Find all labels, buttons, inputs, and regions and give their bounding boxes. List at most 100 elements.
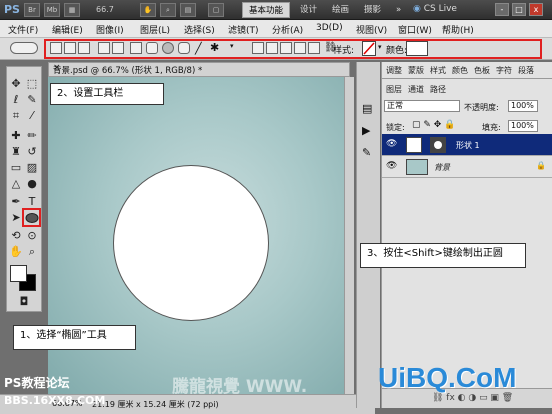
pen-tool-icon[interactable]: ✒: [9, 195, 23, 209]
view-extras-button[interactable]: ▦: [64, 3, 80, 17]
menu-file[interactable]: 文件(F): [8, 23, 38, 36]
tool-preset-picker[interactable]: [10, 42, 38, 54]
layer-footer-icons[interactable]: ⛓ fx ◐ ◑ ▭ ▣ 🗑: [432, 393, 513, 403]
tab-swatches[interactable]: 色板: [474, 65, 490, 76]
tab-styles[interactable]: 样式: [430, 65, 446, 76]
layer-row-background[interactable]: 👁 背景 🔒: [382, 156, 552, 178]
path-selection-icon[interactable]: ➤: [9, 211, 23, 225]
3d-orbit-icon[interactable]: ⊙: [25, 229, 39, 243]
zoom-tool-icon[interactable]: ⌕: [160, 3, 176, 17]
menu-image[interactable]: 图像(I): [96, 23, 124, 36]
move-tool-icon[interactable]: ✥: [9, 77, 23, 91]
geometry-options-dropdown[interactable]: ▾: [230, 42, 234, 50]
foreground-color-swatch[interactable]: [10, 265, 27, 282]
clone-stamp-icon[interactable]: ♜: [9, 145, 23, 159]
rounded-rectangle-icon[interactable]: [146, 42, 158, 54]
polygon-icon[interactable]: [178, 42, 190, 54]
dodge-tool-icon[interactable]: ●: [25, 177, 39, 191]
healing-brush-icon[interactable]: ✚: [9, 129, 23, 143]
document-tab[interactable]: 背景.psd @ 66.7% (形状 1, RGB/8) * ×: [48, 62, 350, 77]
tab-character[interactable]: 字符: [496, 65, 512, 76]
fill-pixels-icon[interactable]: [78, 42, 90, 54]
lasso-tool-icon[interactable]: ℓ: [9, 93, 23, 107]
arrange-documents-button[interactable]: ▤: [180, 3, 196, 17]
hand-tool-icon[interactable]: ✋: [140, 3, 156, 17]
blur-tool-icon[interactable]: △: [9, 177, 23, 191]
eyedropper-tool-icon[interactable]: ⁄: [25, 109, 39, 123]
layer-name: 背景: [434, 163, 450, 172]
actions-panel-icon[interactable]: ▶: [362, 124, 370, 137]
line-icon[interactable]: ╱: [195, 42, 202, 55]
fill-input[interactable]: 100%: [508, 120, 538, 132]
menu-3d[interactable]: 3D(D): [316, 23, 343, 33]
tab-layers[interactable]: 图层: [386, 84, 402, 95]
custom-shape-icon[interactable]: ✱: [210, 41, 219, 54]
menu-select[interactable]: 选择(S): [184, 23, 215, 36]
tab-adjustments[interactable]: 调整: [386, 65, 402, 76]
eraser-tool-icon[interactable]: ▭: [9, 161, 23, 175]
screen-mode-button[interactable]: ▢: [208, 3, 224, 17]
type-tool-icon[interactable]: T: [25, 195, 39, 209]
menu-analysis[interactable]: 分析(A): [272, 23, 303, 36]
3d-rotate-icon[interactable]: ⟲: [9, 229, 23, 243]
tab-masks[interactable]: 蒙版: [408, 65, 424, 76]
canvas-vertical-scrollbar[interactable]: [344, 77, 354, 395]
maximize-button[interactable]: □: [512, 3, 526, 16]
ellipse-tool-icon[interactable]: [25, 211, 39, 225]
quick-mask-icon[interactable]: ◘: [17, 295, 31, 309]
add-mode-icon[interactable]: [266, 42, 278, 54]
tab-color[interactable]: 颜色: [452, 65, 468, 76]
tab-channels[interactable]: 通道: [408, 84, 424, 95]
workspace-photography[interactable]: 摄影: [358, 2, 387, 18]
more-workspaces[interactable]: »: [390, 2, 407, 18]
quick-select-tool-icon[interactable]: ✎: [25, 93, 39, 107]
exclude-mode-icon[interactable]: [308, 42, 320, 54]
rectangle-shape-icon[interactable]: [130, 42, 142, 54]
crop-tool-icon[interactable]: ⌗: [9, 109, 23, 123]
brush-panel-icon[interactable]: ✎: [362, 146, 371, 159]
workspace-painting[interactable]: 绘画: [326, 2, 355, 18]
gradient-tool-icon[interactable]: ▨: [25, 161, 39, 175]
minimize-button[interactable]: -: [495, 3, 509, 16]
menu-filter[interactable]: 滤镜(T): [228, 23, 259, 36]
close-button[interactable]: x: [529, 3, 543, 16]
bridge-button[interactable]: Br: [24, 3, 40, 17]
menu-help[interactable]: 帮助(H): [442, 23, 474, 36]
history-panel-icon[interactable]: ▤: [362, 102, 372, 115]
mini-bridge-button[interactable]: Mb: [44, 3, 60, 17]
ellipse-shape-icon[interactable]: [162, 42, 174, 54]
close-document-icon[interactable]: ×: [53, 63, 345, 73]
zoom-level[interactable]: 66.7: [96, 3, 136, 17]
workspace-essentials[interactable]: 基本功能: [242, 2, 291, 18]
visibility-eye-icon[interactable]: 👁: [386, 139, 397, 149]
color-swatch[interactable]: [406, 41, 428, 56]
style-swatch[interactable]: [362, 41, 376, 56]
tab-paragraph[interactable]: 段落: [518, 65, 534, 76]
marquee-tool-icon[interactable]: ⬚: [25, 77, 39, 91]
circle-shape[interactable]: [113, 165, 269, 321]
menu-window[interactable]: 窗口(W): [398, 23, 432, 36]
paths-icon[interactable]: [64, 42, 76, 54]
cs-live-button[interactable]: ◉ CS Live: [413, 4, 457, 14]
menu-layer[interactable]: 图层(L): [140, 23, 170, 36]
history-brush-icon[interactable]: ↺: [25, 145, 39, 159]
blend-mode-select[interactable]: 正常: [384, 100, 460, 112]
workspace-design[interactable]: 设计: [294, 2, 323, 18]
lock-icons[interactable]: ▢ ✎ ✥ 🔒: [412, 120, 455, 130]
pen-icon[interactable]: [98, 42, 110, 54]
style-dropdown[interactable]: ▾: [378, 43, 382, 51]
new-layer-mode-icon[interactable]: [252, 42, 264, 54]
freeform-pen-icon[interactable]: [112, 42, 124, 54]
hand-tool-icon[interactable]: ✋: [9, 245, 23, 259]
shape-layers-icon[interactable]: [50, 42, 62, 54]
menu-edit[interactable]: 编辑(E): [52, 23, 83, 36]
tab-paths[interactable]: 路径: [430, 84, 446, 95]
intersect-mode-icon[interactable]: [294, 42, 306, 54]
brush-tool-icon[interactable]: ✏: [25, 129, 39, 143]
zoom-tool-icon[interactable]: ⌕: [25, 245, 39, 259]
visibility-eye-icon[interactable]: 👁: [386, 161, 397, 171]
opacity-input[interactable]: 100%: [508, 100, 538, 112]
subtract-mode-icon[interactable]: [280, 42, 292, 54]
layer-row-shape[interactable]: 👁 形状 1: [382, 134, 552, 156]
menu-view[interactable]: 视图(V): [356, 23, 387, 36]
